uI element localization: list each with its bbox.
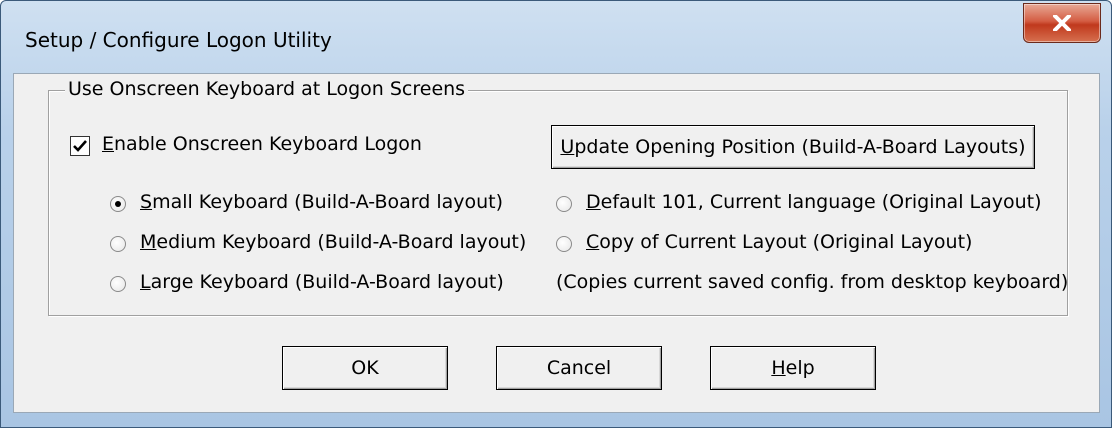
close-button[interactable] <box>1023 3 1101 43</box>
large-label-text: arge Keyboard (Build-A-Board layout) <box>150 271 504 293</box>
help-label-text: elp <box>785 357 815 379</box>
ok-button[interactable]: OK <box>282 346 448 390</box>
cancel-button[interactable]: Cancel <box>496 346 662 390</box>
radio-copy-current-layout[interactable] <box>556 236 572 252</box>
medium-hotkey: M <box>140 231 157 253</box>
copy-layout-note: (Copies current saved config. from deskt… <box>556 271 1069 293</box>
enable-hotkey: E <box>102 133 115 155</box>
radio-medium-keyboard-label[interactable]: Medium Keyboard (Build-A-Board layout) <box>140 231 526 253</box>
close-x-icon <box>1053 15 1071 31</box>
small-hotkey: S <box>140 191 153 213</box>
help-button[interactable]: Help <box>710 346 876 390</box>
update-hotkey: U <box>560 136 575 158</box>
large-hotkey: L <box>140 271 151 293</box>
radio-large-keyboard-label[interactable]: Large Keyboard (Build-A-Board layout) <box>140 271 504 293</box>
small-label-text: mall Keyboard (Build-A-Board layout) <box>152 191 504 213</box>
copy-label-text: opy of Current Layout (Original Layout) <box>599 231 973 253</box>
radio-medium-keyboard[interactable] <box>110 236 126 252</box>
copy-hotkey: C <box>586 231 600 253</box>
dialog-window: Setup / Configure Logon Utility Use Onsc… <box>0 0 1112 428</box>
default-hotkey: D <box>586 191 601 213</box>
window-title: Setup / Configure Logon Utility <box>25 28 332 52</box>
radio-default-101[interactable] <box>556 196 572 212</box>
enable-keyboard-label[interactable]: Enable Onscreen Keyboard Logon <box>102 133 422 155</box>
enable-label-text: nable Onscreen Keyboard Logon <box>114 133 422 155</box>
radio-small-keyboard[interactable] <box>110 196 126 212</box>
update-label-text: pdate Opening Position (Build-A-Board La… <box>574 136 1026 158</box>
group-legend: Use Onscreen Keyboard at Logon Screens <box>65 78 469 100</box>
dialog-client-area: Use Onscreen Keyboard at Logon Screens E… <box>13 73 1100 413</box>
checkmark-icon <box>73 140 87 152</box>
radio-large-keyboard[interactable] <box>110 276 126 292</box>
radio-default-101-label[interactable]: Default 101, Current language (Original … <box>586 191 1042 213</box>
radio-small-keyboard-label[interactable]: Small Keyboard (Build-A-Board layout) <box>140 191 503 213</box>
medium-label-text: edium Keyboard (Build-A-Board layout) <box>156 231 527 253</box>
enable-keyboard-checkbox[interactable] <box>70 136 90 156</box>
title-bar[interactable]: Setup / Configure Logon Utility <box>1 1 1111 73</box>
radio-copy-current-layout-label[interactable]: Copy of Current Layout (Original Layout) <box>586 231 972 253</box>
help-hotkey: H <box>771 357 786 379</box>
radio-selected-dot <box>115 201 121 207</box>
default-label-text: efault 101, Current language (Original L… <box>600 191 1042 213</box>
update-opening-position-button[interactable]: Update Opening Position (Build-A-Board L… <box>551 125 1035 169</box>
